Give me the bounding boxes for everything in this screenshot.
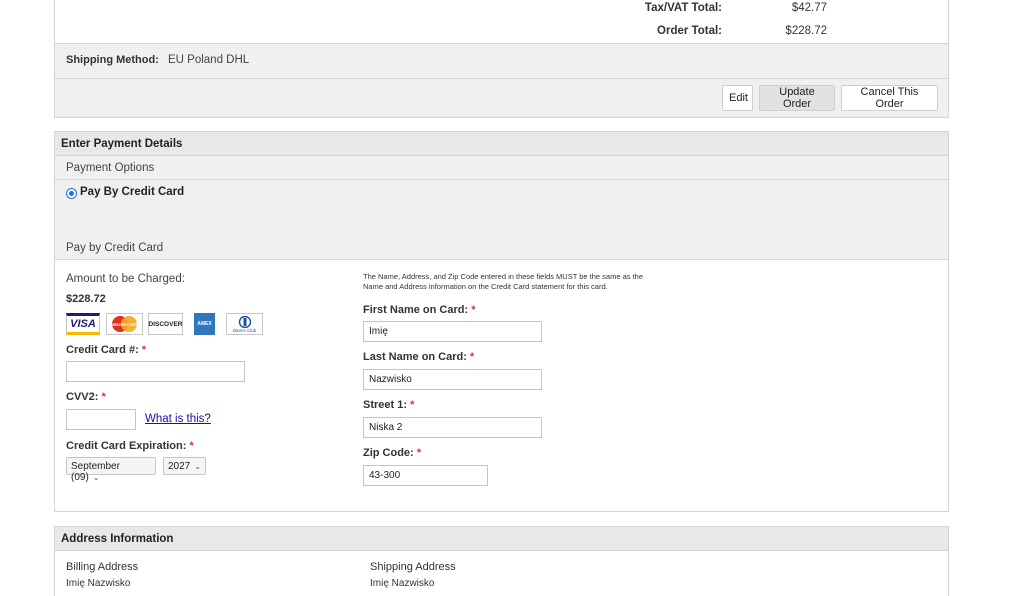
order-actions-row: Edit Update Order Cancel This Order xyxy=(54,78,949,118)
order-totals-panel: Tax/VAT Total: $42.77 Order Total: $228.… xyxy=(54,0,949,44)
zip-code-input[interactable] xyxy=(363,465,488,486)
chevron-down-icon: ⌄ xyxy=(92,473,100,482)
payment-options-area: Pay By Credit Card Pay by Credit Card xyxy=(55,180,948,260)
tax-total-label: Tax/VAT Total: xyxy=(644,2,722,14)
shipping-method-label: Shipping Method: xyxy=(66,54,159,66)
cardholder-notice: The Name, Address, and Zip Code entered … xyxy=(363,272,644,291)
exp-month-select[interactable]: September (09) ⌄ xyxy=(66,457,156,483)
diners-club-icon: Diners Club xyxy=(226,313,263,335)
pay-by-credit-card-option-label[interactable]: Pay By Credit Card xyxy=(80,186,184,198)
billing-address-title: Billing Address xyxy=(66,561,139,573)
tax-total-value: $42.77 xyxy=(791,2,827,14)
visa-icon: VISA xyxy=(66,313,100,335)
street-input[interactable] xyxy=(363,417,542,438)
first-name-label: First Name on Card: * xyxy=(363,304,476,316)
payment-options-header: Payment Options xyxy=(55,156,948,180)
last-name-label: Last Name on Card: * xyxy=(363,351,475,363)
last-name-input[interactable] xyxy=(363,369,542,390)
first-name-input[interactable] xyxy=(363,321,542,342)
edit-button[interactable]: Edit xyxy=(722,85,753,111)
payment-details-header: Enter Payment Details xyxy=(55,132,948,156)
address-info-header: Address Information xyxy=(55,527,948,551)
shipping-address-name: Imię Nazwisko xyxy=(370,578,435,589)
exp-year-select[interactable]: 2027 ⌄ xyxy=(163,457,206,475)
street-label: Street 1: * xyxy=(363,399,415,411)
order-total-label: Order Total: xyxy=(657,25,722,37)
cvv-input[interactable] xyxy=(66,409,136,430)
cvv-help-link[interactable]: What is this? xyxy=(145,413,211,425)
cc-number-label: Credit Card #: * xyxy=(66,344,147,356)
zip-code-label: Zip Code: * xyxy=(363,447,422,459)
cvv-label: CVV2: * xyxy=(66,391,106,403)
billing-address-name: Imię Nazwisko xyxy=(66,578,131,589)
pay-by-credit-card-radio[interactable] xyxy=(66,188,77,199)
order-total-value: $228.72 xyxy=(785,25,827,37)
shipping-address-title: Shipping Address xyxy=(370,561,456,573)
shipping-method-row: Shipping Method: EU Poland DHL xyxy=(54,43,949,79)
cc-expiration-label: Credit Card Expiration: * xyxy=(66,440,194,452)
update-order-button[interactable]: Update Order xyxy=(759,85,835,111)
shipping-method-value: EU Poland DHL xyxy=(168,54,250,66)
payment-details-panel: Enter Payment Details Payment Options Pa… xyxy=(54,131,949,512)
cancel-order-button[interactable]: Cancel This Order xyxy=(841,85,938,111)
cc-number-input[interactable] xyxy=(66,361,245,382)
discover-icon: DISCOVER xyxy=(148,313,183,335)
amount-charged-value: $228.72 xyxy=(66,293,106,305)
amount-charged-label: Amount to be Charged: xyxy=(66,273,185,285)
svg-text:MasterCard: MasterCard xyxy=(112,322,137,327)
address-info-panel: Address Information Billing Address Imię… xyxy=(54,526,949,596)
mastercard-icon: MasterCard xyxy=(106,313,143,335)
chevron-down-icon: ⌄ xyxy=(194,462,201,471)
pay-by-credit-card-section-title: Pay by Credit Card xyxy=(66,242,164,254)
amex-icon: AMEX xyxy=(194,313,215,335)
